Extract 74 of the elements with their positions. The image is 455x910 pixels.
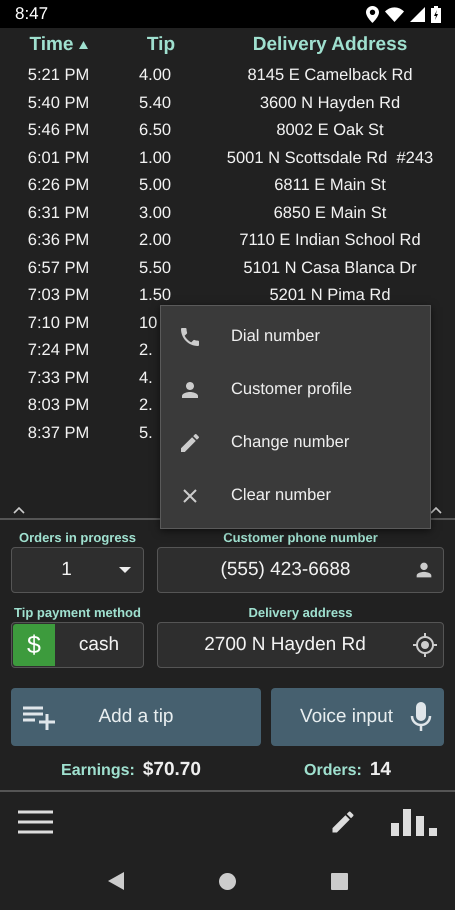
address-cell: 5001 N Scottsdale Rd #243	[226, 148, 434, 168]
chevron-up-icon[interactable]	[430, 507, 442, 514]
time-cell: 7:03 PM	[28, 286, 90, 306]
menu-item[interactable]: Dial number	[161, 310, 430, 363]
column-header[interactable]: Delivery Address	[252, 34, 408, 56]
earnings-label: Earnings:	[61, 762, 135, 780]
wifi-icon	[385, 6, 404, 22]
dollar-icon: $	[13, 624, 55, 666]
tip-cell: 6.50	[139, 121, 172, 140]
address-cell: 5201 N Pima Rd	[269, 286, 391, 306]
location-target-icon[interactable]	[412, 632, 438, 658]
tip-cell: 5.	[139, 424, 153, 443]
dropdown-arrow-icon	[119, 567, 131, 573]
voice-input-button[interactable]: Voice input	[271, 688, 444, 746]
tip-cell: 4.00	[139, 66, 172, 86]
time-cell: 6:26 PM	[28, 176, 90, 196]
tip-cell: 2.00	[139, 231, 172, 250]
field-label: Customer phone number	[223, 530, 378, 547]
address-cell: 5101 N Casa Blanca Dr	[243, 258, 417, 278]
address-cell: 8002 E Oak St	[276, 121, 384, 140]
time-cell: 5:40 PM	[28, 94, 90, 113]
orders-value: 14	[370, 759, 391, 781]
menu-item[interactable]: Clear number	[161, 469, 430, 522]
recents-icon[interactable]	[330, 872, 348, 890]
address-field[interactable]: 2700 N Hayden Rd	[157, 622, 444, 668]
address-cell: 8145 E Camelback Rd	[247, 66, 413, 86]
menu-item[interactable]: Change number	[161, 416, 430, 469]
address-cell: 7110 E Indian School Rd	[239, 231, 421, 250]
clock-time: 8:47	[15, 4, 48, 24]
time-cell: 5:21 PM	[28, 66, 90, 86]
chevron-up-icon[interactable]	[13, 507, 25, 514]
orders-label: Orders:	[304, 762, 362, 780]
time-cell: 6:01 PM	[28, 148, 90, 168]
orders-dropdown[interactable]: 1	[11, 547, 144, 593]
location-icon	[366, 6, 379, 22]
address-cell: 6811 E Main St	[274, 176, 386, 196]
tip-cell: 10	[139, 314, 158, 333]
column-header[interactable]: Time	[29, 34, 74, 56]
tip-cell: 4.	[139, 368, 153, 388]
tip-cell: 5.50	[139, 258, 172, 278]
signal-icon	[410, 6, 425, 22]
phone-field[interactable]: (555) 423-6688	[157, 547, 444, 593]
tip-cell: 3.00	[139, 204, 172, 223]
tip-cell: 5.00	[139, 176, 172, 196]
back-icon[interactable]	[108, 872, 124, 890]
time-cell: 8:03 PM	[28, 396, 90, 416]
time-cell: 7:33 PM	[28, 368, 90, 388]
battery-icon	[431, 6, 441, 22]
address-cell: 3600 N Hayden Rd	[260, 94, 400, 113]
field-label: Delivery address	[248, 605, 353, 622]
time-cell: 8:37 PM	[28, 424, 90, 443]
tip-cell: 2.	[139, 341, 153, 360]
earnings-value: $70.70	[142, 759, 201, 781]
tip-cell: 5.40	[139, 94, 172, 113]
field-label: Orders in progress	[18, 530, 136, 547]
time-cell: 6:57 PM	[28, 258, 90, 278]
tip-cell: 1.00	[139, 148, 172, 168]
time-cell: 6:36 PM	[28, 231, 90, 250]
column-header[interactable]: Tip	[146, 34, 176, 56]
bar-chart-icon[interactable]	[391, 808, 437, 836]
time-cell: 6:31 PM	[28, 204, 90, 223]
payment-method-selector[interactable]: $ cash	[11, 622, 144, 668]
home-icon[interactable]	[218, 872, 236, 890]
field-label: Tip payment method	[14, 605, 141, 622]
tip-cell: 1.50	[139, 286, 172, 306]
time-cell: 5:46 PM	[28, 121, 90, 140]
address-cell: 6850 E Main St	[274, 204, 386, 223]
menu-icon[interactable]	[18, 810, 53, 834]
time-cell: 7:10 PM	[28, 314, 90, 333]
add-tip-button[interactable]: Add a tip	[11, 688, 261, 746]
time-cell: 7:24 PM	[28, 341, 90, 360]
microphone-icon	[410, 702, 432, 732]
tip-cell: 2.	[139, 396, 153, 416]
menu-item[interactable]: Customer profile	[161, 363, 430, 416]
